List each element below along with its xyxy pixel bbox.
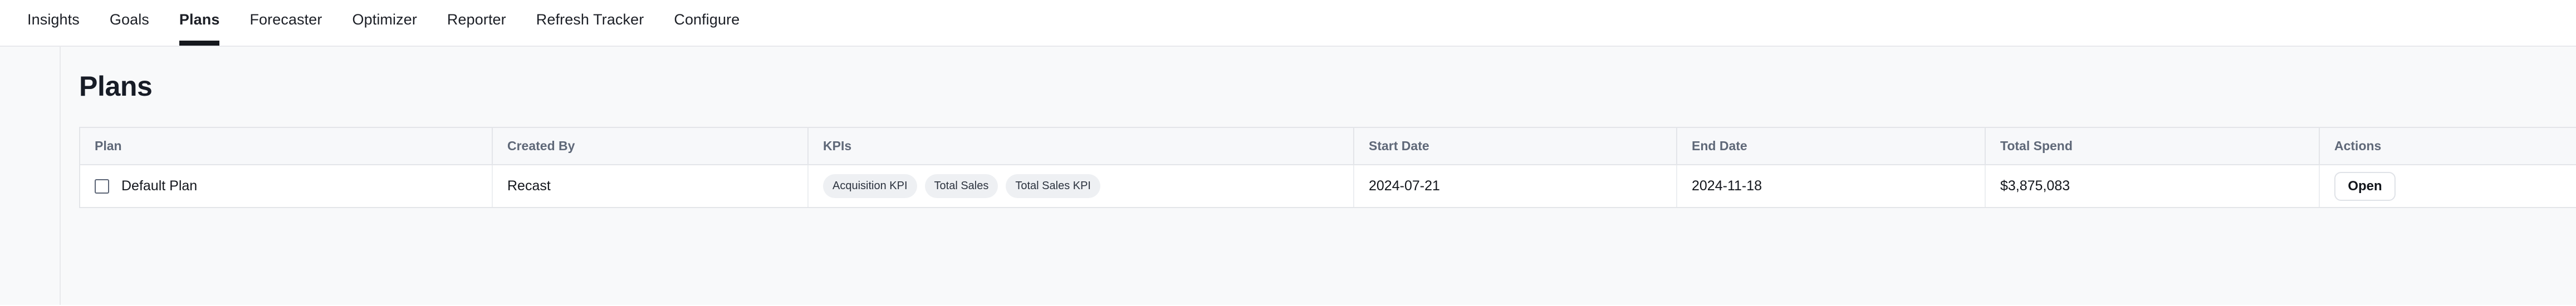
- nav-item-plans[interactable]: Plans: [164, 0, 235, 46]
- nav-item-label: Refresh Tracker: [536, 11, 644, 28]
- nav-item-insights[interactable]: Insights: [12, 0, 95, 46]
- table-header-row: Plan Created By KPIs Start Date End Date…: [80, 128, 2576, 165]
- column-header-created-by[interactable]: Created By: [492, 128, 809, 165]
- nav-item-label: Optimizer: [352, 11, 417, 28]
- cell-plan: Default Plan: [80, 165, 493, 207]
- plan-cell: Default Plan: [95, 178, 492, 194]
- column-header-actions[interactable]: Actions: [2319, 128, 2576, 165]
- table-header: Plan Created By KPIs Start Date End Date…: [80, 128, 2576, 165]
- cell-created-by: Recast: [492, 165, 809, 207]
- nav-item-reporter[interactable]: Reporter: [432, 0, 521, 46]
- column-header-total-spend[interactable]: Total Spend: [1985, 128, 2320, 165]
- cell-kpis: Acquisition KPI Total Sales Total Sales …: [808, 165, 1354, 207]
- table-body: Default Plan Recast Acquisition KPI Tota…: [80, 165, 2576, 207]
- kpi-badge-list: Acquisition KPI Total Sales Total Sales …: [823, 174, 1353, 198]
- cell-end-date: 2024-11-18: [1677, 165, 1986, 207]
- nav-item-refresh-tracker[interactable]: Refresh Tracker: [521, 0, 659, 46]
- plans-table: Plan Created By KPIs Start Date End Date…: [80, 128, 2576, 207]
- nav-item-configure[interactable]: Configure: [659, 0, 755, 46]
- plans-table-container: Plan Created By KPIs Start Date End Date…: [79, 127, 2576, 208]
- nav-item-optimizer[interactable]: Optimizer: [337, 0, 432, 46]
- column-header-start-date[interactable]: Start Date: [1354, 128, 1677, 165]
- kpi-badge: Total Sales: [924, 174, 998, 198]
- plan-name: Default Plan: [121, 178, 198, 194]
- row-select-checkbox[interactable]: [95, 179, 109, 194]
- table-row: Default Plan Recast Acquisition KPI Tota…: [80, 165, 2576, 207]
- nav-item-label: Configure: [674, 11, 740, 28]
- content-container: Plans Plan Created By KPIs Start Date En…: [60, 47, 2576, 305]
- open-plan-button[interactable]: Open: [2334, 171, 2396, 201]
- nav-item-label: Reporter: [447, 11, 506, 28]
- column-header-plan[interactable]: Plan: [80, 128, 493, 165]
- page-title: Plans: [79, 71, 153, 102]
- column-header-end-date[interactable]: End Date: [1677, 128, 1986, 165]
- kpi-badge: Total Sales KPI: [1006, 174, 1100, 198]
- nav-item-forecaster[interactable]: Forecaster: [234, 0, 337, 46]
- nav-item-label: Plans: [179, 11, 220, 28]
- kpi-badge: Acquisition KPI: [823, 174, 917, 198]
- nav-item-label: Insights: [27, 11, 80, 28]
- cell-actions: Open: [2319, 165, 2576, 207]
- primary-navigation: Insights Goals Plans Forecaster Optimize…: [0, 0, 2576, 47]
- nav-list: Insights Goals Plans Forecaster Optimize…: [12, 0, 755, 46]
- nav-item-label: Forecaster: [249, 11, 322, 28]
- cell-total-spend: $3,875,083: [1985, 165, 2320, 207]
- cell-start-date: 2024-07-21: [1354, 165, 1677, 207]
- nav-item-label: Goals: [109, 11, 149, 28]
- column-header-kpis[interactable]: KPIs: [808, 128, 1354, 165]
- nav-item-goals[interactable]: Goals: [95, 0, 164, 46]
- page-content: Plans Plan Created By KPIs Start Date En…: [0, 47, 2576, 305]
